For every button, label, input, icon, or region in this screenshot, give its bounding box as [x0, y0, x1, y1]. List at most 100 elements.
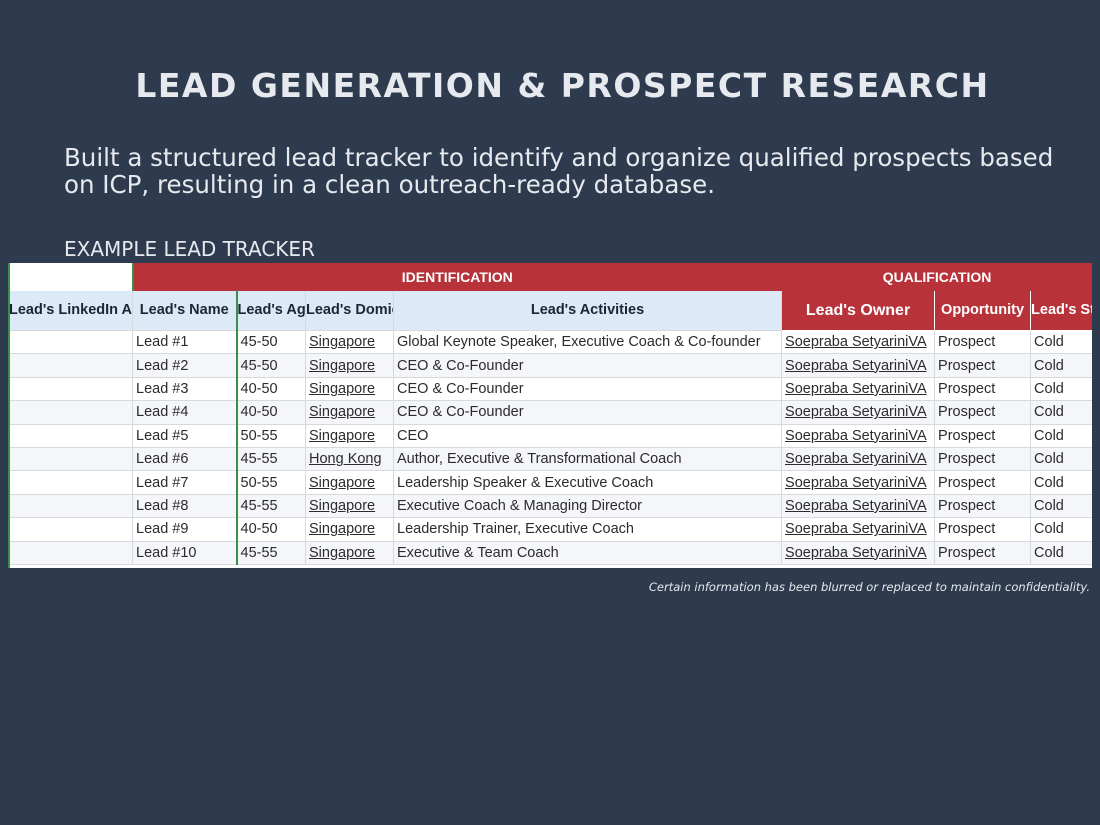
cell-status[interactable]: Cold: [1030, 423, 1092, 448]
cell-name[interactable]: Lead #7: [132, 470, 237, 495]
cell-activities[interactable]: Author, Executive & Transformational Coa…: [392, 446, 783, 472]
table-row: Lead #9 40-50 Singapore Leadership Train…: [8, 517, 1092, 542]
cell-status[interactable]: Cold: [1030, 470, 1092, 495]
column-header-row: Lead's LinkedIn Account Lead's Name Lead…: [8, 290, 1092, 331]
cell-activities[interactable]: Executive & Team Coach: [392, 540, 783, 565]
cell-activities[interactable]: Leadership Speaker & Executive Coach: [392, 470, 783, 495]
cell-owner-link[interactable]: Soepraba SetyariniVA: [781, 423, 936, 448]
cell-status[interactable]: Cold: [1030, 329, 1092, 355]
cell-linkedin[interactable]: [8, 423, 133, 448]
cell-opportunity[interactable]: Prospect: [934, 517, 1032, 542]
cell-opportunity[interactable]: Prospect: [934, 353, 1032, 378]
cell-name[interactable]: Lead #2: [132, 353, 237, 378]
cell-ages[interactable]: 40-50: [235, 400, 306, 425]
cell-ages[interactable]: 50-55: [235, 423, 306, 448]
cell-linkedin[interactable]: [8, 470, 133, 495]
cell-ages[interactable]: 40-50: [235, 517, 306, 542]
cell-linkedin[interactable]: [8, 446, 133, 472]
cell-status[interactable]: Cold: [1030, 400, 1092, 425]
col-header-linkedin[interactable]: Lead's LinkedIn Account: [8, 290, 133, 331]
cell-name[interactable]: Lead #4: [132, 400, 237, 425]
cell-status[interactable]: Cold: [1030, 353, 1092, 378]
cell-name[interactable]: Lead #9: [132, 517, 237, 542]
cell-owner-link[interactable]: Soepraba SetyariniVA: [781, 446, 936, 472]
col-header-domicile[interactable]: Lead's Domicile: [305, 290, 394, 331]
cell-domicile-link[interactable]: Singapore: [305, 470, 394, 495]
cell-status[interactable]: Cold: [1030, 446, 1092, 472]
cell-opportunity[interactable]: Prospect: [934, 446, 1032, 472]
cell-name[interactable]: Lead #6: [132, 446, 237, 472]
cell-status[interactable]: Cold: [1030, 376, 1092, 402]
cell-ages[interactable]: 45-55: [235, 493, 306, 519]
cell-domicile-link[interactable]: Singapore: [305, 423, 394, 448]
cell-ages[interactable]: 40-50: [235, 376, 306, 402]
cell-domicile-link[interactable]: Singapore: [305, 540, 394, 565]
cell-status[interactable]: Cold: [1030, 540, 1092, 565]
cell-status[interactable]: Cold: [1030, 517, 1092, 542]
cell-linkedin[interactable]: [8, 493, 133, 519]
col-header-activities[interactable]: Lead's Activities: [392, 290, 783, 331]
cell-owner-link[interactable]: Soepraba SetyariniVA: [781, 470, 936, 495]
cell-ages[interactable]: 45-55: [235, 446, 306, 472]
cell-opportunity[interactable]: Prospect: [934, 329, 1032, 355]
cell-activities[interactable]: Global Keynote Speaker, Executive Coach …: [392, 329, 783, 355]
cell-domicile-link[interactable]: Singapore: [305, 517, 394, 542]
cell-owner-link[interactable]: Soepraba SetyariniVA: [781, 376, 936, 402]
cell-opportunity[interactable]: Prospect: [934, 423, 1032, 448]
cell-domicile-link[interactable]: Hong Kong: [305, 446, 394, 472]
group-header-qualification: QUALIFICATION: [781, 263, 1092, 291]
table-row: Lead #7 50-55 Singapore Leadership Speak…: [8, 470, 1092, 495]
cell-linkedin[interactable]: [8, 400, 133, 425]
cell-owner-link[interactable]: Soepraba SetyariniVA: [781, 540, 936, 565]
cell-opportunity[interactable]: Prospect: [934, 493, 1032, 519]
cell-linkedin[interactable]: [8, 540, 133, 565]
cell-ages[interactable]: 50-55: [235, 470, 306, 495]
cell-name[interactable]: Lead #8: [132, 493, 237, 519]
col-header-status[interactable]: Lead's Status: [1030, 290, 1092, 331]
cell-linkedin[interactable]: [8, 353, 133, 378]
cell-name[interactable]: Lead #5: [132, 423, 237, 448]
cell-domicile-link[interactable]: Singapore: [305, 493, 394, 519]
cell-activities[interactable]: CEO & Co-Founder: [392, 376, 783, 402]
cell-owner-link[interactable]: Soepraba SetyariniVA: [781, 517, 936, 542]
col-header-ages[interactable]: Lead's Ages: [235, 290, 306, 331]
cell-domicile-link[interactable]: Singapore: [305, 353, 394, 378]
col-header-opportunity[interactable]: Opportunity: [934, 290, 1032, 331]
cell-ages[interactable]: 45-50: [235, 353, 306, 378]
cell-name[interactable]: Lead #10: [132, 540, 237, 565]
cell-name[interactable]: Lead #3: [132, 376, 237, 402]
cell-linkedin[interactable]: [8, 517, 133, 542]
cell-opportunity[interactable]: Prospect: [934, 470, 1032, 495]
group-header-row: IDENTIFICATION QUALIFICATION: [8, 263, 1092, 291]
cell-owner-link[interactable]: Soepraba SetyariniVA: [781, 493, 936, 519]
col-header-owner[interactable]: Lead's Owner: [781, 290, 936, 331]
cell-name[interactable]: Lead #1: [132, 329, 237, 355]
confidentiality-note: Certain information has been blurred or …: [648, 580, 1090, 594]
cell-activities[interactable]: CEO & Co-Founder: [392, 353, 783, 378]
cell-activities[interactable]: Leadership Trainer, Executive Coach: [392, 517, 783, 542]
cell-activities[interactable]: Executive Coach & Managing Director: [392, 493, 783, 519]
lead-tracker-sheet: IDENTIFICATION QUALIFICATION Lead's Link…: [8, 263, 1092, 568]
cell-activities[interactable]: CEO: [392, 423, 783, 448]
cell-owner-link[interactable]: Soepraba SetyariniVA: [781, 400, 936, 425]
table-row: Lead #4 40-50 Singapore CEO & Co-Founder…: [8, 400, 1092, 425]
group-header-blank: [8, 263, 133, 291]
cell-ages[interactable]: 45-55: [235, 540, 306, 565]
col-header-name[interactable]: Lead's Name: [132, 290, 237, 331]
cell-owner-link[interactable]: Soepraba SetyariniVA: [781, 329, 936, 355]
cell-ages[interactable]: 45-50: [235, 329, 306, 355]
cell-domicile-link[interactable]: Singapore: [305, 376, 394, 402]
cell-domicile-link[interactable]: Singapore: [305, 329, 394, 355]
cell-opportunity[interactable]: Prospect: [934, 540, 1032, 565]
cell-domicile-link[interactable]: Singapore: [305, 400, 394, 425]
table-row: Lead #8 45-55 Singapore Executive Coach …: [8, 493, 1092, 519]
cell-opportunity[interactable]: Prospect: [934, 400, 1032, 425]
cell-linkedin[interactable]: [8, 329, 133, 355]
cell-owner-link[interactable]: Soepraba SetyariniVA: [781, 353, 936, 378]
cell-linkedin[interactable]: [8, 376, 133, 402]
cell-status[interactable]: Cold: [1030, 493, 1092, 519]
sheet-edge-line: [8, 263, 10, 568]
table-row: Lead #6 45-55 Hong Kong Author, Executiv…: [8, 446, 1092, 472]
cell-opportunity[interactable]: Prospect: [934, 376, 1032, 402]
cell-activities[interactable]: CEO & Co-Founder: [392, 400, 783, 425]
